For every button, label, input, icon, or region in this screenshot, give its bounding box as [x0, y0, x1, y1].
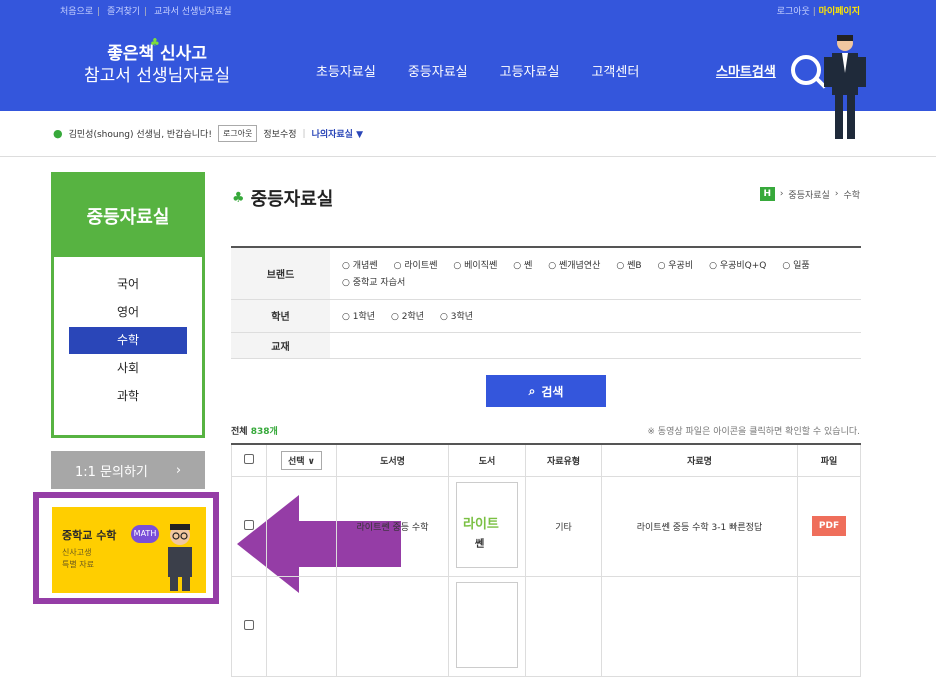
- top-header: 처음으로 | 즐겨찾기 | 교과서 선생님자료실 로그아웃 | 마이페이지 ♣ 좋은…: [0, 0, 936, 139]
- breadcrumb-item[interactable]: 중등자료실: [788, 188, 829, 201]
- logo-line2: 참고서 선생님자료실: [84, 66, 231, 86]
- filter-table: 브랜드 ○ 개념쎈 ○ 라이트쎈 ○ 베이직쎈 ○ 쎈 ○ 쎈개념연산 ○ 쎈B…: [231, 246, 861, 359]
- textbook-options: [330, 332, 861, 359]
- edit-info-link[interactable]: 정보수정: [263, 127, 296, 140]
- grade-radio[interactable]: ○ 1학년: [342, 309, 375, 322]
- grade-radio[interactable]: ○ 3학년: [440, 309, 473, 322]
- pdf-download-button[interactable]: PDF: [812, 516, 846, 536]
- search-button[interactable]: ⌕ 검색: [486, 375, 606, 407]
- inquiry-button[interactable]: 1:1 문의하기 ›: [51, 451, 205, 489]
- sidebar-item-korean[interactable]: 국어: [69, 271, 187, 298]
- utility-links: 처음으로 | 즐겨찾기 | 교과서 선생님자료실: [60, 7, 232, 17]
- my-room-dropdown[interactable]: 나의자료실 ▼: [312, 127, 363, 140]
- magnifier-icon[interactable]: [791, 55, 821, 85]
- table-row: 라이트쎈 중등 수학 라이트 쎈 기타 라이트쎈 중등 수학 3-1 빠른정답 …: [231, 475, 861, 577]
- nav-customer[interactable]: 고객센터: [591, 61, 639, 80]
- logout-link[interactable]: 로그아웃: [777, 7, 810, 17]
- leaf-icon: ♣: [150, 36, 160, 49]
- sidebar-item-math[interactable]: 수학: [69, 327, 187, 354]
- brand-options: ○ 개념쎈 ○ 라이트쎈 ○ 베이직쎈 ○ 쎈 ○ 쎈개념연산 ○ 쎈B ○ 우…: [330, 247, 861, 300]
- select-all-checkbox[interactable]: [244, 453, 254, 464]
- mypage-link[interactable]: 마이페이지: [819, 7, 860, 17]
- grade-label: 학년: [231, 299, 330, 333]
- nav-middle[interactable]: 중등자료실: [408, 61, 468, 80]
- brand-radio[interactable]: ○ 우공비: [658, 258, 694, 271]
- total-count: 전체 838개: [231, 427, 278, 437]
- table-header-row: 선택 ∨ 도서명 도서 자료유형 자료명 파일: [231, 443, 861, 477]
- highlight-frame: [33, 492, 219, 604]
- leaf-icon: ♣: [232, 190, 245, 206]
- site-logo[interactable]: ♣ 좋은책 신사고 참고서 선생님자료실: [84, 36, 231, 88]
- sidebar-menu: 국어 영어 수학 사회 과학: [54, 257, 202, 410]
- sidebar-item-english[interactable]: 영어: [69, 299, 187, 326]
- nav-elementary[interactable]: 초등자료실: [316, 61, 376, 80]
- row-book-name[interactable]: 라이트쎈 중등 수학: [336, 475, 449, 577]
- grade-options: ○ 1학년 ○ 2학년 ○ 3학년: [330, 299, 861, 333]
- link-home[interactable]: 처음으로: [60, 7, 93, 17]
- brand-radio[interactable]: ○ 중학교 자습서: [342, 275, 405, 288]
- row-checkbox[interactable]: [244, 619, 254, 630]
- col-file: 파일: [797, 443, 861, 477]
- utility-right: 로그아웃 | 마이페이지: [776, 7, 860, 17]
- grade-radio[interactable]: ○ 2학년: [391, 309, 424, 322]
- col-material: 자료명: [601, 443, 798, 477]
- brand-radio[interactable]: ○ 라이트쎈: [394, 258, 438, 271]
- brand-radio[interactable]: ○ 베이직쎈: [453, 258, 497, 271]
- link-favorites[interactable]: 즐겨찾기: [107, 7, 140, 17]
- link-textbook-room[interactable]: 교과서 선생님자료실: [154, 7, 231, 17]
- user-icon: ●: [53, 127, 63, 140]
- brand-radio[interactable]: ○ 우공비Q+Q: [709, 258, 766, 271]
- col-type: 자료유형: [525, 443, 602, 477]
- row-material-name[interactable]: 라이트쎈 중등 수학 3-1 빠른정답: [601, 475, 798, 577]
- row-checkbox[interactable]: [244, 519, 254, 530]
- search-icon: ⌕: [528, 383, 536, 398]
- sidebar: 중등자료실 국어 영어 수학 사회 과학: [51, 172, 205, 438]
- results-table: 선택 ∨ 도서명 도서 자료유형 자료명 파일 라이트쎈 중등 수학 라이트 쎈…: [231, 443, 861, 677]
- col-book: 도서: [448, 443, 526, 477]
- brand-radio[interactable]: ○ 일품: [782, 258, 809, 271]
- brand-label: 브랜드: [231, 247, 330, 300]
- brand-radio[interactable]: ○ 개념쎈: [342, 258, 378, 271]
- table-row: [231, 575, 861, 677]
- smart-search-link[interactable]: 스마트검색: [716, 61, 776, 80]
- select-dropdown[interactable]: 선택 ∨: [280, 450, 322, 470]
- nav-high[interactable]: 고등자료실: [500, 61, 560, 80]
- sidebar-item-social[interactable]: 사회: [69, 355, 187, 382]
- brand-radio[interactable]: ○ 쎈: [513, 258, 532, 271]
- chevron-right-icon: ›: [175, 462, 182, 478]
- breadcrumb: H › 중등자료실 › 수학: [759, 187, 860, 201]
- logout-button[interactable]: 로그아웃: [217, 125, 258, 142]
- video-note: ※ 동영상 파일은 아이콘을 클릭하면 확인할 수 있습니다.: [647, 427, 860, 437]
- page-title: ♣ 중등자료실: [232, 189, 334, 210]
- sidebar-title: 중등자료실: [54, 175, 202, 257]
- textbook-label: 교재: [231, 332, 330, 359]
- row-type: 기타: [525, 475, 602, 577]
- home-icon[interactable]: H: [759, 187, 775, 201]
- greeting-text: 김민성(shoung) 선생님, 반갑습니다!: [68, 130, 212, 140]
- breadcrumb-current: 수학: [843, 190, 860, 201]
- inquiry-label: 1:1 문의하기: [75, 464, 148, 480]
- user-bar: ● 김민성(shoung) 선생님, 반갑습니다! 로그아웃 정보수정 | 나의…: [0, 111, 936, 157]
- brand-radio[interactable]: ○ 쎈개념연산: [548, 258, 600, 271]
- sidebar-item-science[interactable]: 과학: [69, 383, 187, 410]
- brand-radio[interactable]: ○ 쎈B: [616, 258, 641, 271]
- main-nav: 초등자료실 중등자료실 고등자료실 고객센터: [316, 61, 639, 80]
- col-book-name: 도서명: [336, 443, 449, 477]
- book-cover[interactable]: 라이트 쎈: [456, 481, 518, 568]
- book-cover[interactable]: [456, 581, 518, 668]
